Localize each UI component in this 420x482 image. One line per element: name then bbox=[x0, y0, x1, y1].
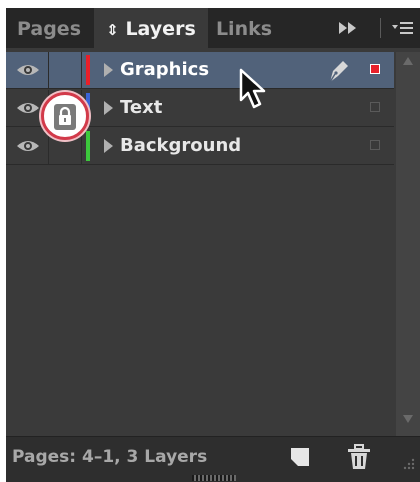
scroll-up-button[interactable] bbox=[396, 56, 420, 72]
layer-color-bar bbox=[86, 131, 90, 161]
up-down-arrows-icon: ⇕ bbox=[106, 21, 119, 39]
eye-icon bbox=[17, 103, 39, 113]
layer-name: Background bbox=[120, 135, 242, 156]
expand-panel-button[interactable] bbox=[326, 8, 370, 48]
layers-panel: Pages ⇕ Layers Links Graphics Text Backg… bbox=[6, 8, 420, 482]
panel-menu-icon bbox=[392, 22, 413, 34]
panel-resize-handle[interactable] bbox=[192, 475, 236, 481]
tab-layers-label: Layers bbox=[125, 18, 196, 40]
double-arrow-right-icon bbox=[339, 22, 356, 34]
column-divider bbox=[81, 52, 82, 88]
panel-footer: Pages: 4–1, 3 Layers bbox=[6, 436, 420, 482]
eye-icon bbox=[17, 65, 39, 75]
layer-name: Text bbox=[120, 97, 163, 118]
selection-indicator[interactable] bbox=[370, 140, 380, 150]
layer-color-bar bbox=[86, 55, 90, 85]
expand-triangle-icon[interactable] bbox=[104, 101, 113, 115]
status-text: Pages: 4–1, 3 Layers bbox=[12, 447, 208, 467]
trash-icon[interactable] bbox=[346, 443, 372, 471]
visibility-toggle[interactable] bbox=[15, 60, 41, 80]
eye-icon bbox=[17, 141, 39, 151]
visibility-toggle[interactable] bbox=[15, 136, 41, 156]
resize-grip-icon[interactable] bbox=[398, 453, 416, 471]
new-layer-icon[interactable] bbox=[288, 445, 312, 469]
lock-highlight-callout[interactable] bbox=[41, 92, 89, 140]
tab-pages[interactable]: Pages bbox=[6, 8, 92, 48]
tab-bar: Pages ⇕ Layers Links bbox=[6, 8, 420, 48]
tab-layers[interactable]: ⇕ Layers bbox=[94, 8, 208, 48]
mouse-cursor-icon bbox=[239, 68, 266, 109]
selection-indicator[interactable] bbox=[370, 102, 380, 112]
layer-row-graphics[interactable]: Graphics bbox=[6, 52, 394, 89]
selection-indicator[interactable] bbox=[370, 64, 380, 74]
panel-menu-button[interactable] bbox=[386, 8, 420, 48]
pen-icon bbox=[329, 61, 348, 83]
lock-icon bbox=[54, 104, 76, 130]
expand-triangle-icon[interactable] bbox=[104, 139, 113, 153]
visibility-toggle[interactable] bbox=[15, 98, 41, 118]
tab-links[interactable]: Links bbox=[210, 8, 278, 48]
scroll-down-arrow-icon bbox=[403, 415, 413, 423]
expand-triangle-icon[interactable] bbox=[104, 63, 113, 77]
scroll-up-arrow-icon bbox=[403, 57, 413, 65]
scrollbar[interactable] bbox=[396, 52, 420, 436]
scroll-down-button[interactable] bbox=[396, 414, 420, 430]
tab-bar-divider bbox=[380, 18, 381, 38]
lock-toggle[interactable] bbox=[49, 52, 81, 88]
layer-name: Graphics bbox=[120, 59, 210, 80]
